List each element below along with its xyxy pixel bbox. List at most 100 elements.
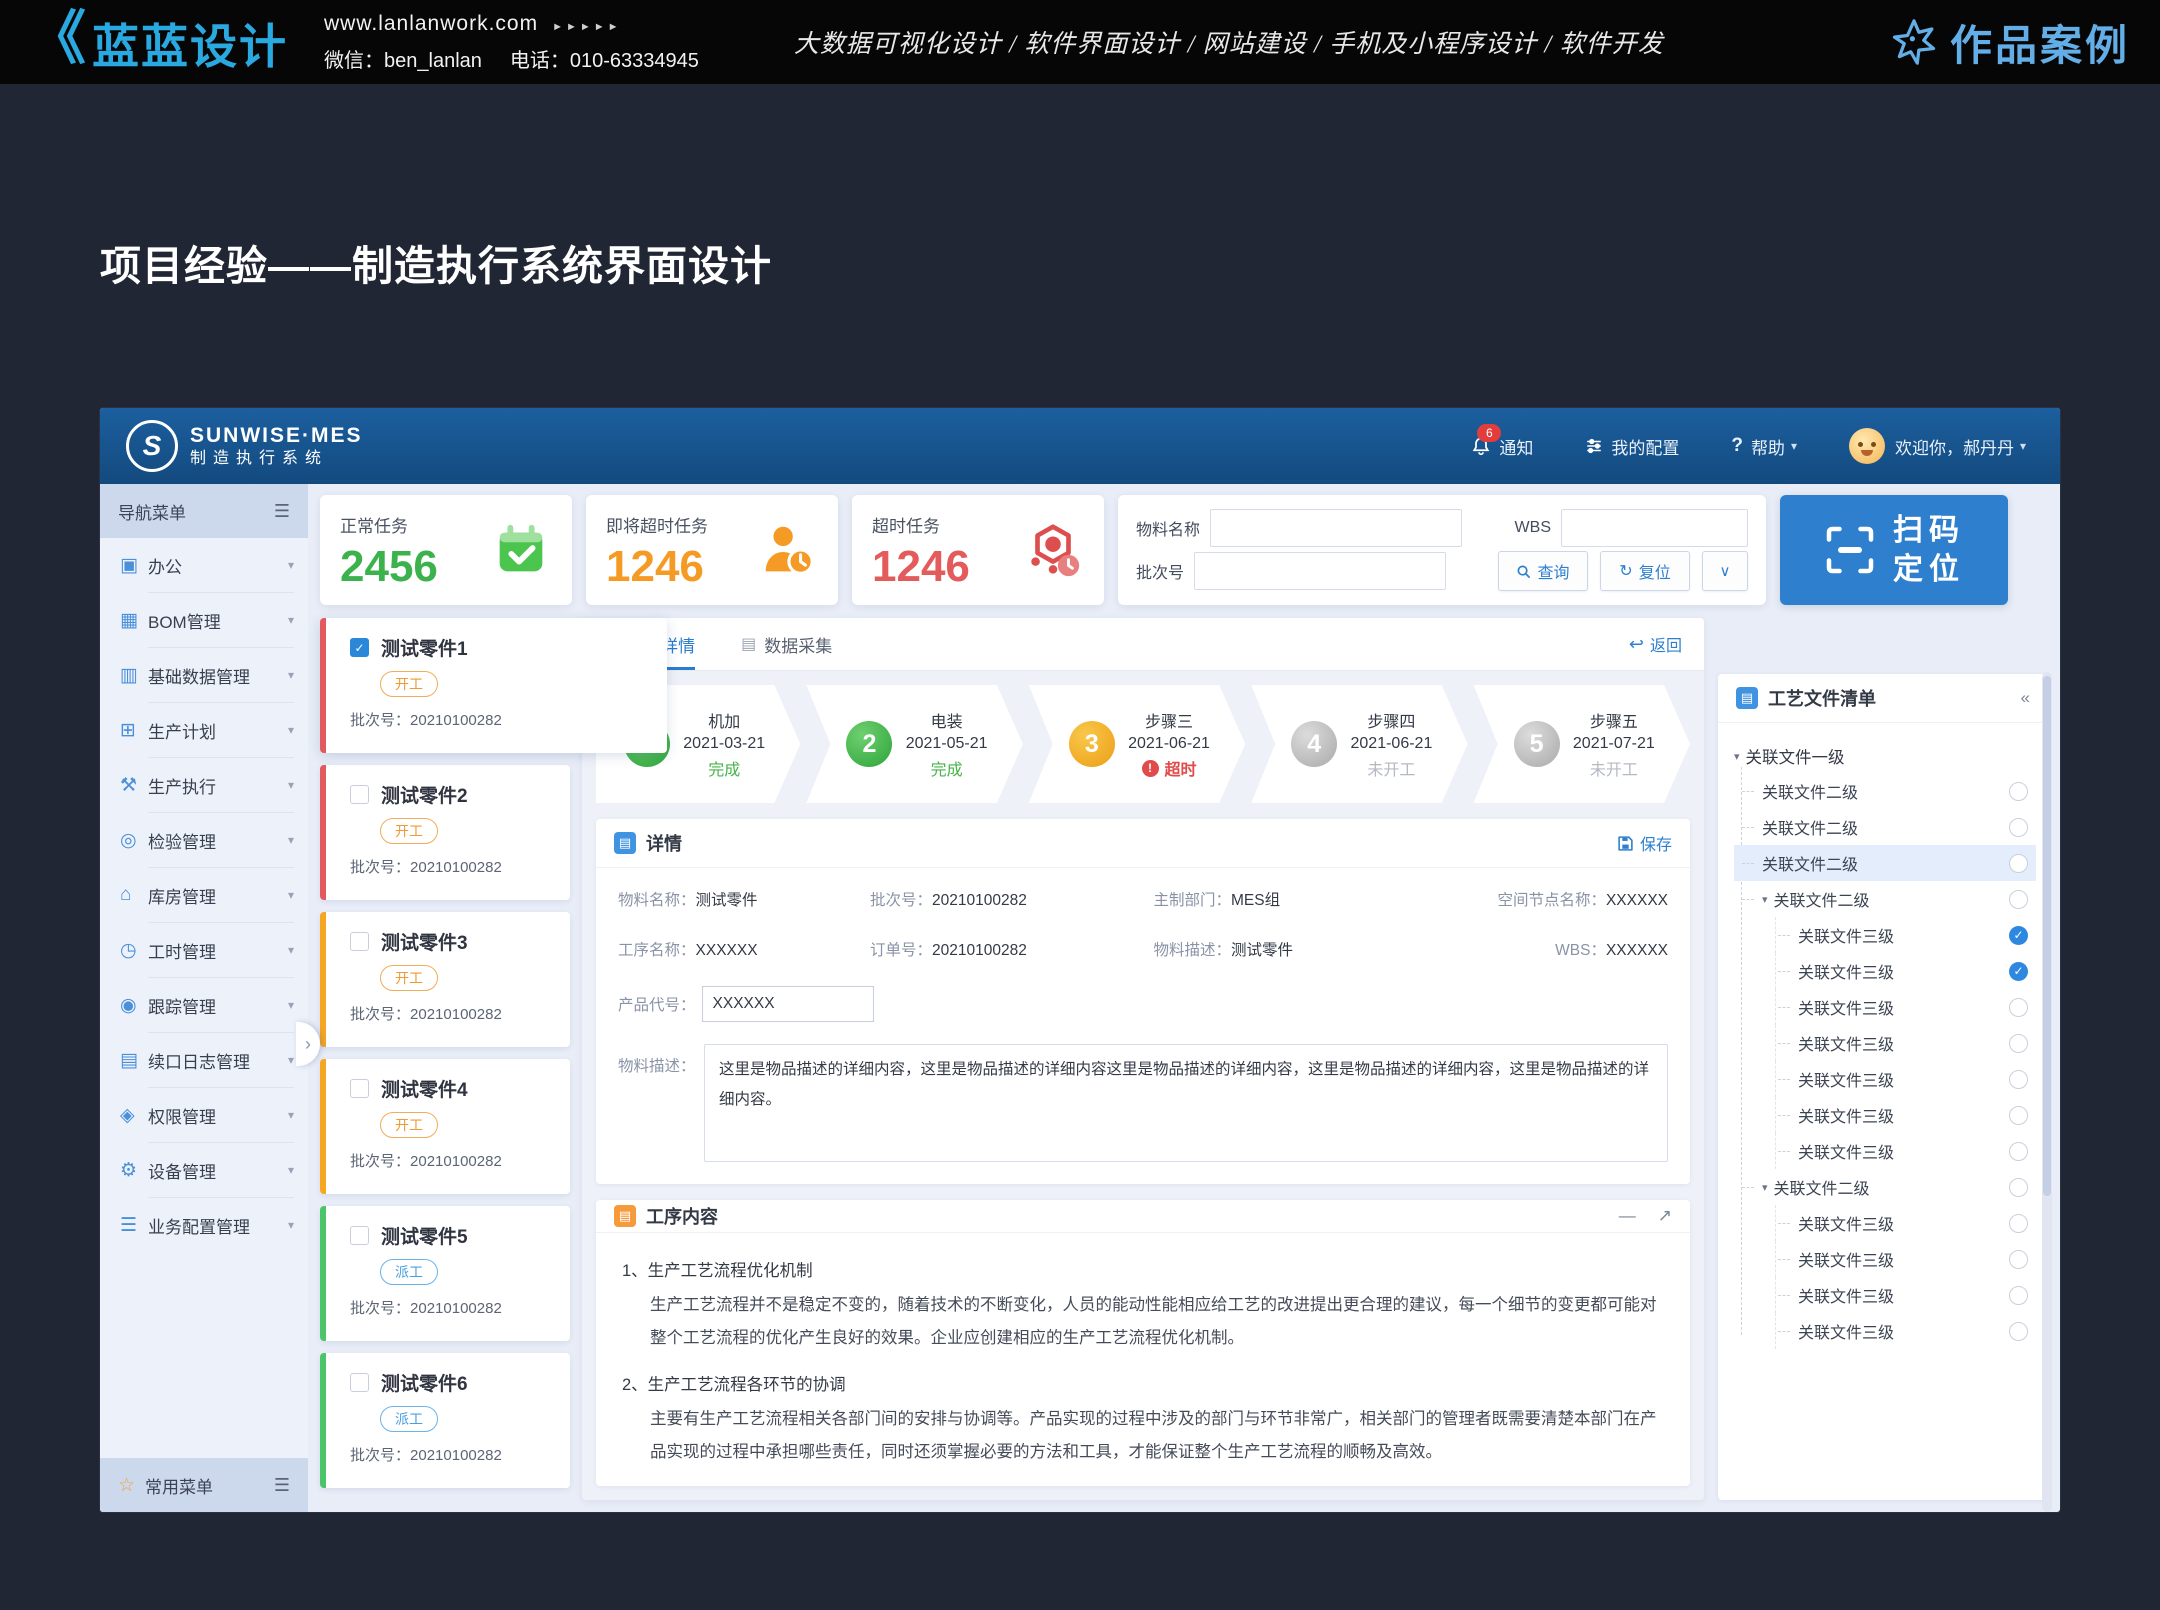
tree-node-level3[interactable]: 关联文件三级 [1734,1025,2036,1061]
back-button[interactable]: ↩ 返回 [1629,632,1682,656]
sidebar-item-tracking[interactable]: ◉跟踪管理▾ [100,978,308,1032]
tab-bar: ▤ 订单详情 ▤ 数据采集 ↩ 返回 [582,618,1704,671]
tree-node-level1[interactable]: ▾ 关联文件一级 [1734,739,2036,773]
scrollbar-thumb[interactable] [2043,676,2051,1196]
sidebar-favorites-bar[interactable]: ☆ 常用菜单 ☰ [100,1458,308,1512]
tree-caret-icon: ▾ [1734,750,1740,763]
refresh-icon: ↻ [1619,561,1632,581]
step-number: 2 [846,721,892,767]
collapse-menu-icon[interactable]: ☰ [274,501,290,522]
log-icon: ▤ [120,1049,148,1072]
radio-button[interactable] [2009,854,2028,873]
user-menu[interactable]: 欢迎你，郝丹丹 ▾ [1849,428,2026,464]
batch-no-input[interactable] [1194,552,1446,590]
minimize-icon[interactable]: — [1619,1206,1636,1226]
part-card-5[interactable]: 测试零件5 派工 批次号：20210100282 [320,1206,570,1341]
field-process-name: 工序名称：XXXXXX [618,938,870,960]
part-card-6[interactable]: 测试零件6 派工 批次号：20210100282 [320,1353,570,1488]
tree-node-level2[interactable]: ▾关联文件二级 [1734,1169,2036,1205]
sidebar-item-production-exec[interactable]: ⚒生产执行▾ [100,758,308,812]
radio-button[interactable] [2009,1286,2028,1305]
radio-button[interactable] [2009,1250,2028,1269]
sidebar-item-bom[interactable]: ▦BOM管理▾ [100,593,308,647]
part-checkbox[interactable]: ✓ [350,638,369,657]
material-name-input[interactable] [1210,509,1462,547]
material-desc-textarea[interactable]: 这里是物品描述的详细内容，这里是物品描述的详细内容这里是物品描述的详细内容，这里… [704,1044,1668,1162]
wbs-input[interactable] [1561,509,1748,547]
radio-button[interactable] [2009,1034,2028,1053]
part-card-4[interactable]: 测试零件4 开工 批次号：20210100282 [320,1059,570,1194]
part-checkbox[interactable] [350,932,369,951]
sidebar-item-basic-data[interactable]: ▥基础数据管理▾ [100,648,308,702]
sidebar-item-production-plan[interactable]: ⊞生产计划▾ [100,703,308,757]
tree-node-level3[interactable]: 关联文件三级 [1734,1313,2036,1349]
part-checkbox[interactable] [350,1079,369,1098]
part-checkbox[interactable] [350,1373,369,1392]
radio-button[interactable] [2009,1106,2028,1125]
help-button[interactable]: ? 帮助 ▾ [1731,434,1797,459]
radio-button[interactable] [2009,998,2028,1017]
expand-filters-button[interactable]: ∨ [1702,551,1748,591]
radio-button[interactable] [2009,782,2028,801]
query-button[interactable]: 查询 [1498,551,1588,591]
radio-button[interactable] [2009,1214,2028,1233]
part-checkbox[interactable] [350,785,369,804]
radio-button[interactable] [2009,1142,2028,1161]
part-card-3[interactable]: 测试零件3 开工 批次号：20210100282 [320,912,570,1047]
sidebar-item-permissions[interactable]: ◈权限管理▾ [100,1088,308,1142]
cases-link[interactable]: 作品案例 [1888,12,2130,73]
tree-node-level3[interactable]: 关联文件三级 [1734,1205,2036,1241]
part-card-1[interactable]: ✓测试零件1 开工 批次号：20210100282 [320,618,667,753]
collapse-panel-icon[interactable]: « [2021,688,2030,708]
radio-button[interactable] [2009,1178,2028,1197]
phone-label: 电话：010-63334945 [510,50,699,72]
step-2: 2 电装 2021-05-21 完成 [806,685,1022,803]
radio-button[interactable] [2009,1070,2028,1089]
tree-node-level3[interactable]: 关联文件三级 [1734,1097,2036,1133]
briefcase-icon: ▣ [120,554,148,577]
product-code-label: 产品代号： [618,993,696,1015]
status-badge: 开工 [380,818,438,844]
sidebar-item-equipment[interactable]: ⚙设备管理▾ [100,1143,308,1197]
chevron-down-icon: ▾ [288,1053,294,1067]
save-button[interactable]: 保存 [1617,831,1672,855]
scrollbar[interactable] [2042,672,2052,1512]
tree-node-level3[interactable]: 关联文件三级 [1734,1061,2036,1097]
tree-node-level3[interactable]: 关联文件三级✓ [1734,953,2036,989]
sidebar-item-interface-log[interactable]: ▤续口日志管理▾ [100,1033,308,1087]
tree-node-level2-selected[interactable]: 关联文件二级 [1734,845,2036,881]
process-file-tree-panel: ▤ 工艺文件清单 « ▾ 关联文件一级 关联文件二级 关联文件二级 [1718,674,2048,1500]
sidebar-item-business-config[interactable]: ☰业务配置管理▾ [100,1198,308,1252]
expand-icon[interactable]: ↗ [1658,1206,1672,1226]
scan-locate-button[interactable]: 扫码 定位 [1780,495,2008,605]
part-checkbox[interactable] [350,1226,369,1245]
radio-button[interactable] [2009,890,2028,909]
tree-node-level3[interactable]: 关联文件三级✓ [1734,917,2036,953]
tree-node-level2[interactable]: 关联文件二级 [1734,809,2036,845]
radio-button[interactable] [2009,818,2028,837]
bell-icon: 6 [1471,436,1491,456]
reset-button[interactable]: ↻ 复位 [1600,551,1690,591]
part-card-2[interactable]: 测试零件2 开工 批次号：20210100282 [320,765,570,900]
tree-node-level3[interactable]: 关联文件三级 [1734,989,2036,1025]
file-list-icon: ▤ [1736,687,1758,709]
radio-button[interactable] [2009,1322,2028,1341]
tree-node-level3[interactable]: 关联文件三级 [1734,1277,2036,1313]
tab-data-collection[interactable]: ▤ 数据采集 [741,618,832,670]
my-config-button[interactable]: 我的配置 [1585,434,1679,459]
tree-node-level3[interactable]: 关联文件三级 [1734,1241,2036,1277]
status-badge: 开工 [380,671,438,697]
sidebar-item-office[interactable]: ▣办公▾ [100,538,308,592]
sidebar-item-warehouse[interactable]: ⌂库房管理▾ [100,868,308,922]
sidebar-item-work-hours[interactable]: ◷工时管理▾ [100,923,308,977]
radio-checked[interactable]: ✓ [2009,962,2028,981]
tree-node-level2[interactable]: 关联文件二级 [1734,773,2036,809]
tree-node-level2[interactable]: ▾关联文件二级 [1734,881,2036,917]
tree-node-level3[interactable]: 关联文件三级 [1734,1133,2036,1169]
radio-checked[interactable]: ✓ [2009,926,2028,945]
batch-number: 批次号：20210100282 [350,709,655,730]
notifications-button[interactable]: 6 通知 [1471,434,1533,459]
product-code-input[interactable]: XXXXXX [702,986,874,1022]
search-icon [1516,564,1531,579]
sidebar-item-inspection[interactable]: ◎检验管理▾ [100,813,308,867]
